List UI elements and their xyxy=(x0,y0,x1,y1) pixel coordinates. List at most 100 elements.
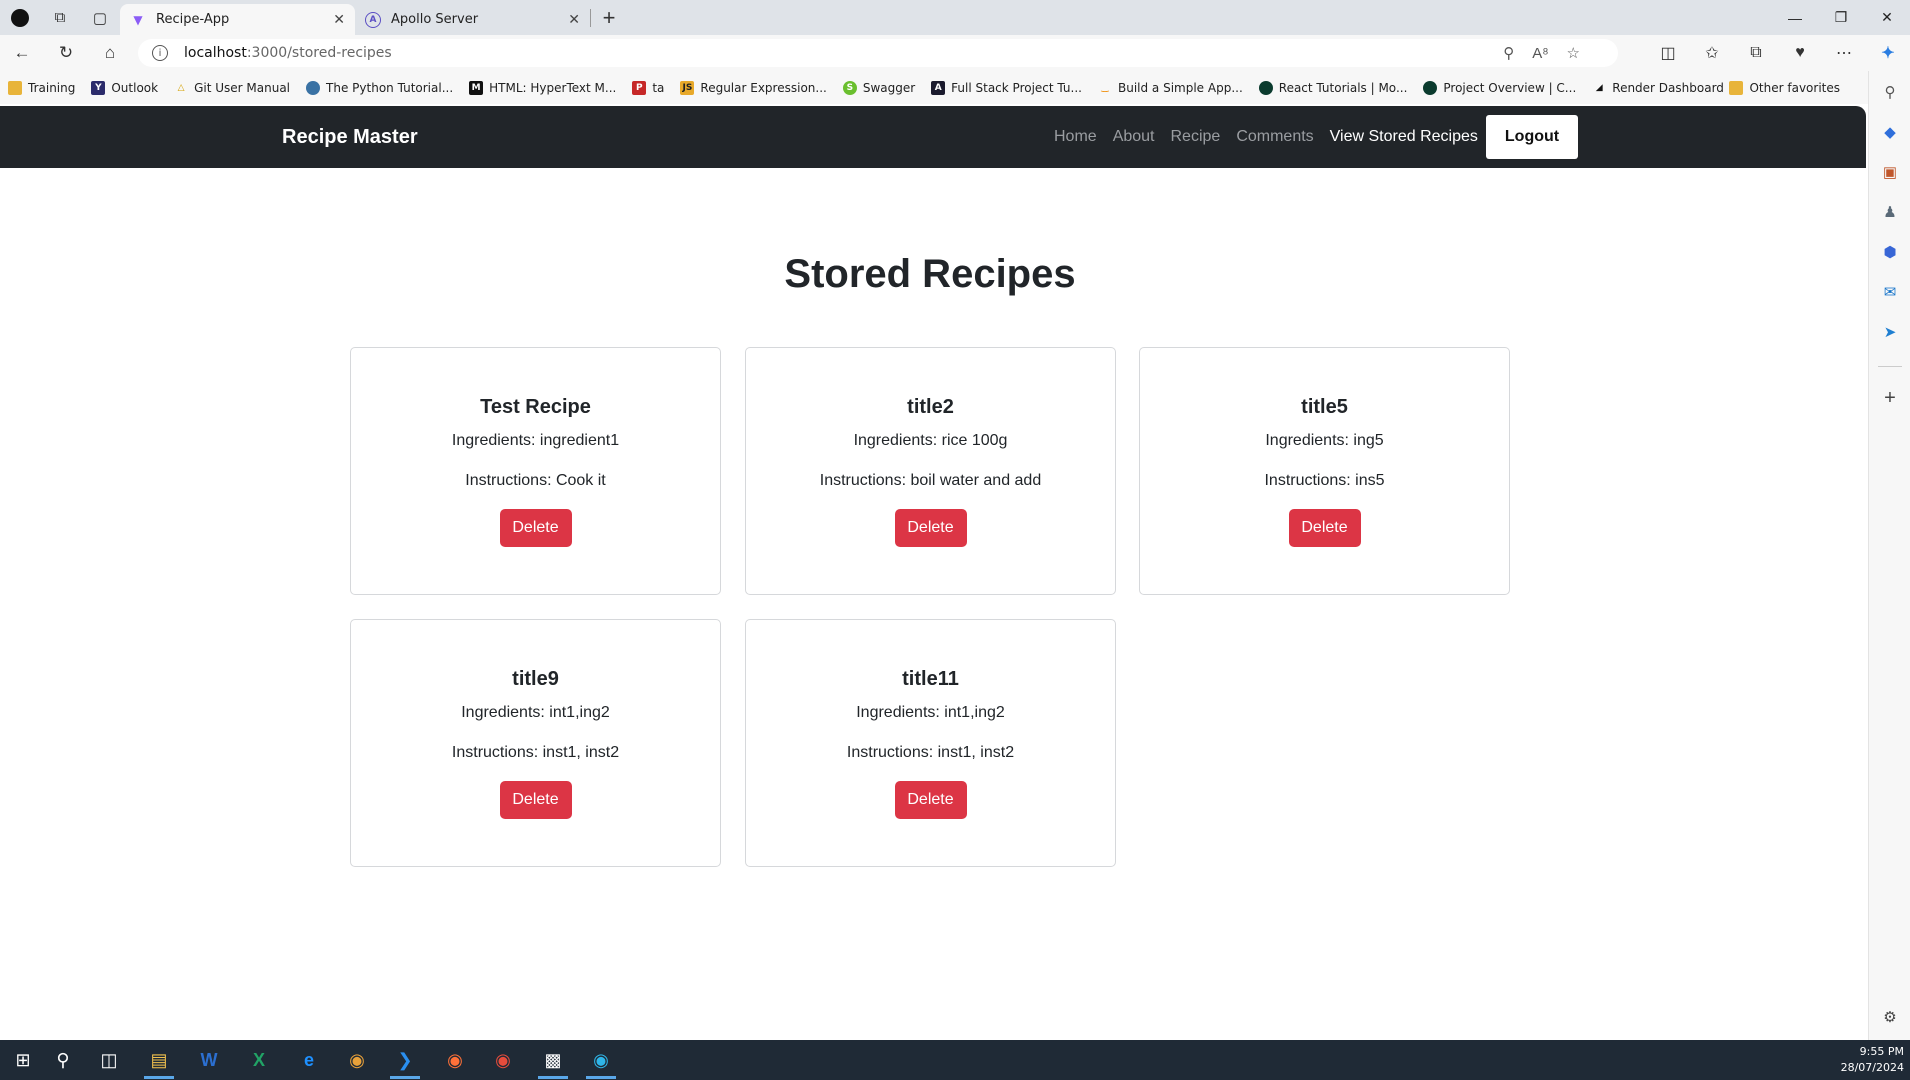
javascript-icon: JS xyxy=(680,80,695,95)
read-aloud-icon[interactable]: A⁸ xyxy=(1532,45,1548,62)
pdf-icon: P xyxy=(632,80,647,95)
new-tab-button[interactable]: + xyxy=(591,0,627,35)
outlook-icon[interactable]: ✉ xyxy=(1869,280,1910,304)
bookmark-project-overview[interactable]: Project Overview | C... xyxy=(1415,80,1584,95)
nav-about[interactable]: About xyxy=(1113,128,1155,146)
render-icon: ◢ xyxy=(1595,82,1603,93)
brand-logo[interactable]: Recipe Master xyxy=(282,106,418,168)
bookmark-outlook[interactable]: Y Outlook xyxy=(83,80,166,95)
python-icon xyxy=(306,80,321,95)
windows-taskbar: ⊞ ⚲ ◫ ▤ W X e ◉ ❯ ◉ ◉ ▩ ◉ 9:55 PM 28/07/… xyxy=(0,1040,1910,1080)
bookmark-ta[interactable]: Pta xyxy=(624,80,672,95)
firefox-icon[interactable]: ◉ xyxy=(432,1040,478,1080)
bookmark-regular-expression[interactable]: JS Regular Expression... xyxy=(672,80,834,95)
nav-recipe[interactable]: Recipe xyxy=(1171,128,1221,146)
clock-time: 9:55 PM xyxy=(1859,1045,1904,1058)
favorite-star-icon[interactable]: ☆ xyxy=(1567,44,1580,62)
copilot-icon[interactable]: ✦ xyxy=(1866,43,1910,63)
delete-button[interactable]: Delete xyxy=(499,509,572,547)
recipe-card: title11 Ingredients: int1,ing2 Instructi… xyxy=(745,619,1116,867)
page-viewport: Recipe Master Home About Recipe Comments… xyxy=(0,104,1868,1040)
tools-briefcase-icon[interactable]: ▣ xyxy=(1869,160,1910,184)
password-key-icon[interactable]: ⚲ xyxy=(1503,44,1514,62)
profile-icon[interactable] xyxy=(0,0,40,35)
recipe-instructions: Instructions: ins5 xyxy=(1264,472,1385,489)
vscode-icon[interactable]: ❯ xyxy=(382,1040,428,1080)
bookmark-swagger[interactable]: S Swagger xyxy=(835,80,923,95)
address-bar[interactable]: i localhost:3000/stored-recipes xyxy=(138,39,1618,67)
browser-essentials-icon[interactable]: ♥ xyxy=(1778,44,1822,62)
excel-icon[interactable]: X xyxy=(236,1040,282,1080)
project-icon: A xyxy=(931,80,946,95)
recipe-card: title5 Ingredients: ing5 Instructions: i… xyxy=(1139,347,1510,595)
bookmarks-bar: Training Y Outlook △ Git User Manual The P… xyxy=(0,71,1868,104)
tab-title: Apollo Server xyxy=(391,12,479,27)
tab-recipe-app[interactable]: ▼ Recipe-App ✕ xyxy=(120,4,355,35)
site-info-icon[interactable]: i xyxy=(152,45,168,61)
bookmark-react-tutorials[interactable]: React Tutorials | Mo... xyxy=(1251,80,1416,95)
logout-button[interactable]: Logout xyxy=(1486,115,1578,159)
microsoft365-icon[interactable]: ⬢ xyxy=(1869,240,1910,264)
search-icon[interactable]: ⚲ xyxy=(1869,80,1910,104)
favorites-icon[interactable]: ✩ xyxy=(1690,43,1734,63)
terminal-icon[interactable]: ▩ xyxy=(530,1040,576,1080)
bookmark-other-favorites[interactable]: Other favorites xyxy=(1721,71,1848,104)
close-tab-icon[interactable]: ✕ xyxy=(333,12,345,28)
workspaces-icon[interactable]: ⧉ xyxy=(40,0,80,35)
games-icon[interactable]: ♟ xyxy=(1869,200,1910,224)
recipe-instructions: Instructions: boil water and add xyxy=(819,472,1042,489)
delete-button[interactable]: Delete xyxy=(499,781,572,819)
nav-view-stored-recipes[interactable]: View Stored Recipes xyxy=(1330,128,1478,146)
bookmark-html-mdn[interactable]: M HTML: HyperText M... xyxy=(461,80,624,95)
bookmark-git-user-manual[interactable]: △ Git User Manual xyxy=(166,81,298,95)
bookmark-render-dashboard[interactable]: ◢ Render Dashboard xyxy=(1584,81,1732,95)
amazon-icon: ‿ xyxy=(1101,82,1109,93)
chrome-icon[interactable]: ◉ xyxy=(480,1040,526,1080)
outlook-icon: Y xyxy=(91,80,106,95)
chrome-canary-icon[interactable]: ◉ xyxy=(334,1040,380,1080)
home-icon[interactable]: ⌂ xyxy=(88,35,132,71)
tag-icon[interactable]: ◆ xyxy=(1869,120,1910,144)
delete-button[interactable]: Delete xyxy=(894,509,967,547)
split-screen-icon[interactable]: ◫ xyxy=(1646,43,1690,63)
edge-icon[interactable]: ◉ xyxy=(578,1040,624,1080)
recipe-title: title5 xyxy=(1301,396,1348,418)
close-window-icon[interactable]: ✕ xyxy=(1864,0,1910,35)
close-tab-icon[interactable]: ✕ xyxy=(568,12,580,28)
restore-icon[interactable]: ❐ xyxy=(1818,0,1864,35)
nav-home[interactable]: Home xyxy=(1054,128,1097,146)
back-icon[interactable]: ← xyxy=(0,35,44,71)
delete-button[interactable]: Delete xyxy=(894,781,967,819)
vite-favicon-icon: ▼ xyxy=(133,12,143,27)
clock-date: 28/07/2024 xyxy=(1840,1061,1904,1074)
settings-gear-icon[interactable]: ⚙ xyxy=(1869,1005,1910,1029)
system-clock[interactable]: 9:55 PM 28/07/2024 xyxy=(1841,1044,1904,1076)
url-host: localhost xyxy=(184,45,247,61)
recipe-ingredients: Ingredients: int1,ing2 xyxy=(461,704,610,721)
more-options-icon[interactable]: ⋯ xyxy=(1822,43,1866,63)
search-icon[interactable]: ⚲ xyxy=(40,1040,86,1080)
file-explorer-icon[interactable]: ▤ xyxy=(136,1040,182,1080)
drop-send-icon[interactable]: ➤ xyxy=(1869,320,1910,344)
task-view-icon[interactable]: ◫ xyxy=(86,1040,132,1080)
minimize-icon[interactable]: — xyxy=(1772,0,1818,35)
tab-apollo-server[interactable]: A Apollo Server ✕ xyxy=(355,4,590,35)
word-icon[interactable]: W xyxy=(186,1040,232,1080)
bookmark-build-simple-app[interactable]: ‿ Build a Simple App... xyxy=(1090,81,1251,95)
sidebar-divider xyxy=(1878,366,1902,367)
internet-explorer-icon[interactable]: e xyxy=(286,1040,332,1080)
recipe-card: Test Recipe Ingredients: ingredient1 Ins… xyxy=(350,347,721,595)
recipe-title: title2 xyxy=(907,396,954,418)
nav-comments[interactable]: Comments xyxy=(1236,128,1313,146)
delete-button[interactable]: Delete xyxy=(1288,509,1361,547)
tab-actions-icon[interactable]: ▢ xyxy=(80,0,120,35)
recipe-instructions: Instructions: Cook it xyxy=(465,472,606,489)
browser-title-bar: ⧉ ▢ ▼ Recipe-App ✕ A Apollo Server ✕ + —… xyxy=(0,0,1910,35)
nav-links: Home About Recipe Comments View Stored R… xyxy=(1054,106,1494,168)
add-sidebar-app-icon[interactable]: + xyxy=(1869,386,1910,410)
bookmark-python-tutorial[interactable]: The Python Tutorial... xyxy=(298,80,461,95)
bookmark-training[interactable]: Training xyxy=(0,80,83,95)
collections-icon[interactable]: ⧉ xyxy=(1734,44,1778,62)
refresh-icon[interactable]: ↻ xyxy=(44,35,88,71)
bookmark-full-stack-project[interactable]: A Full Stack Project Tu... xyxy=(923,80,1090,95)
